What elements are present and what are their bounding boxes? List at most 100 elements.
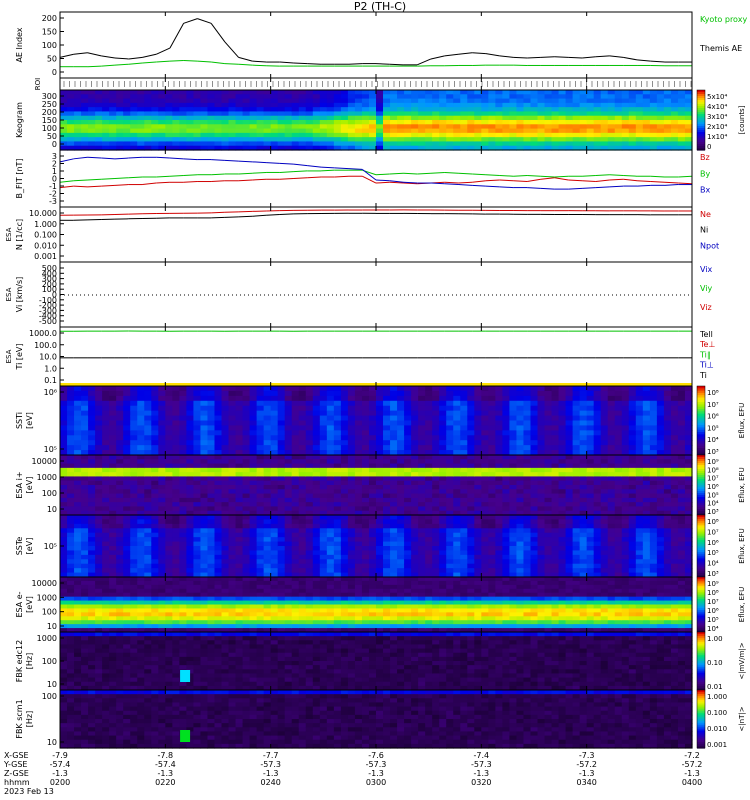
esai-heat-cell <box>621 455 630 460</box>
ssti-heat-cell <box>663 425 672 431</box>
keogram-heat-cell <box>109 102 117 108</box>
ssti-heat-cell <box>474 395 482 402</box>
esai-heat-cell <box>249 467 258 473</box>
keogram-heat-cell <box>418 111 426 117</box>
esai-heat-cell <box>474 489 482 495</box>
keogram-heat-cell <box>284 132 293 138</box>
esai-heat-cell <box>411 480 419 486</box>
keogram-heat-cell <box>81 111 89 117</box>
keogram-heat-cell <box>368 98 377 104</box>
ssti-heat-cell <box>390 405 398 412</box>
ssti-heat-cell <box>151 430 159 436</box>
esai-heat-cell <box>439 455 447 460</box>
keogram-heat-cell <box>509 90 518 95</box>
esai-heat-cell <box>312 485 321 490</box>
ssti-heat-cell <box>509 445 518 451</box>
ssti-heat-cell <box>495 435 503 441</box>
bfield-by-segment <box>595 174 610 176</box>
keogram-heat-cell <box>263 111 272 117</box>
keogram-heat-cell <box>579 111 588 117</box>
ssti-heat-cell <box>340 390 349 397</box>
keogram-heat-cell <box>319 132 328 138</box>
esai-heat-cell <box>235 472 244 478</box>
keogram-heat-cell <box>579 128 588 134</box>
ssti-heat-cell <box>537 435 546 441</box>
keogram-heat-cell <box>67 90 75 95</box>
esai-heat-cell <box>663 480 672 486</box>
keogram-heat-cell <box>221 98 230 104</box>
ssti-heat-cell <box>551 440 560 446</box>
keogram-heat-cell <box>354 120 363 125</box>
ssti-heat-cell <box>439 430 447 436</box>
ssti-heat-cell <box>432 386 440 392</box>
esai-heat-cell <box>263 476 272 482</box>
esai-heat-cell <box>600 485 609 490</box>
keogram-heat-cell <box>418 90 426 95</box>
keogram-heat-cell <box>418 132 426 138</box>
ssti-heat-cell <box>368 410 377 417</box>
sste-heat-cell <box>74 559 82 565</box>
ssti-heat-cell <box>312 430 321 436</box>
esai-heat-cell <box>277 480 286 486</box>
bfield-bz-segment <box>527 178 541 183</box>
ssti-heat-cell <box>586 440 595 446</box>
esai-heat-cell <box>368 463 377 469</box>
esai-heat-cell <box>361 467 370 473</box>
keogram-heat-cell <box>474 98 482 104</box>
esai-heat-cell <box>516 485 525 490</box>
keogram-heat-cell <box>558 137 567 143</box>
keogram-heat-cell <box>326 115 335 121</box>
keogram-heat-cell <box>235 107 244 113</box>
ssti-heat-cell <box>270 425 279 431</box>
zero-dotted-line <box>88 294 89 296</box>
ssti-heat-cell <box>474 410 482 417</box>
esai-heat-cell <box>390 463 398 469</box>
sste-heat-cell <box>137 519 145 525</box>
keogram-heat-cell <box>123 132 131 138</box>
esai-heat-cell <box>326 506 335 512</box>
esai-heat-cell <box>340 502 349 508</box>
esai-heat-cell <box>235 489 244 495</box>
esai-heat-cell <box>354 467 363 473</box>
esai-heat-cell <box>670 455 679 460</box>
esai-heat-cell <box>214 480 223 486</box>
ssti-heat-cell <box>172 405 180 412</box>
ssti-heat-cell <box>88 395 96 402</box>
keogram-heat-cell <box>298 94 307 100</box>
ssti-heat-cell <box>621 425 630 431</box>
esai-heat-cell <box>298 459 307 465</box>
esai-heat-cell <box>551 502 560 508</box>
ssti-heat-cell <box>347 386 356 392</box>
esai-heat-cell <box>397 455 405 460</box>
esai-heat-cell <box>221 480 230 486</box>
ssti-heat-cell <box>642 420 651 427</box>
keogram-heat-cell <box>397 90 405 95</box>
ssti-heat-cell <box>263 440 272 446</box>
keogram-heat-cell <box>326 141 335 147</box>
esai-heat-cell <box>158 472 166 478</box>
esai-heat-cell <box>418 493 426 499</box>
keogram-heat-cell <box>144 137 152 143</box>
ssti-heat-cell <box>572 445 581 451</box>
keogram-heat-cell <box>432 111 440 117</box>
zero-dotted-line <box>600 294 601 296</box>
keogram-heat-cell <box>60 90 68 95</box>
esai-heat-cell <box>151 455 159 460</box>
esai-heat-cell <box>354 480 363 486</box>
ssti-heat-cell <box>284 430 293 436</box>
esai-heat-cell <box>228 463 237 469</box>
ssti-heat-cell <box>453 440 461 446</box>
esai-heat-cell <box>383 502 391 508</box>
keogram-heat-cell <box>347 137 356 143</box>
ssti-heat-cell <box>663 440 672 446</box>
esai-heat-cell <box>684 502 693 508</box>
ssti-heat-cell <box>558 430 567 436</box>
keogram-heat-cell <box>361 102 370 108</box>
ae-ytick-label: 0 <box>52 68 57 77</box>
esai-heat-cell <box>347 502 356 508</box>
keogram-heat-cell <box>116 137 124 143</box>
ssti-heat-cell <box>256 395 265 402</box>
esai-heat-cell <box>193 497 202 503</box>
ssti-heat-cell <box>460 386 468 392</box>
ssti-heat-cell <box>340 415 349 422</box>
